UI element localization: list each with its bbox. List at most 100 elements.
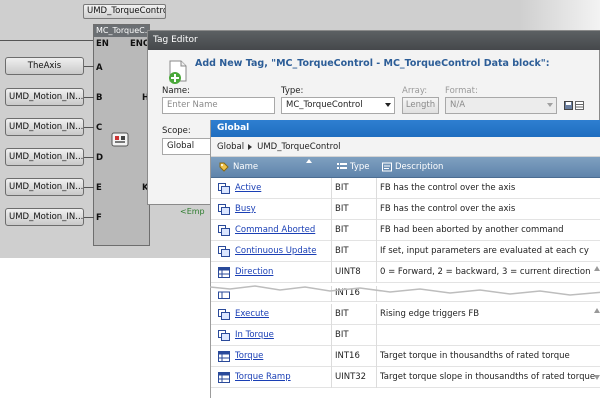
breadcrumb-current[interactable]: UMD_TorqueControl <box>257 142 340 152</box>
column-divider <box>376 367 377 388</box>
table-row[interactable]: Command Aborted BIT FB had been aborted … <box>211 220 600 241</box>
table-row[interactable]: In Torque BIT <box>211 325 600 346</box>
tag-name[interactable]: Command Aborted <box>235 220 330 241</box>
scroll-up-icon[interactable] <box>594 308 600 313</box>
global-tag-panel: Global Global UMD_TorqueControl Name Type… <box>210 120 600 398</box>
pin-en: EN <box>96 39 109 49</box>
column-header-type[interactable]: Type <box>350 157 370 178</box>
tag-name[interactable]: In Torque <box>235 325 330 346</box>
type-label: Type: <box>281 86 304 96</box>
save-icon[interactable] <box>564 101 573 110</box>
chevron-down-icon <box>547 103 553 107</box>
empty-tag-label: <Emp <box>180 207 205 216</box>
length-button[interactable]: Length <box>402 97 439 114</box>
panel-title: Global <box>211 120 600 137</box>
input-variable[interactable]: UMD_Motion_IN.... <box>5 118 84 136</box>
type-select-value: MC_TorqueControl <box>286 100 363 110</box>
pin-a: A <box>96 63 103 73</box>
tag-description <box>380 325 600 346</box>
column-divider <box>331 325 332 346</box>
column-divider <box>331 178 332 199</box>
tag-description: FB has the control over the axis <box>380 183 516 193</box>
input-variable[interactable]: UMD_Motion_IN.... <box>5 178 84 196</box>
input-variable[interactable]: UMD_Motion_IN.... <box>5 88 84 106</box>
column-divider <box>331 220 332 241</box>
table-row[interactable]: Continuous Update BIT If set, input para… <box>211 241 600 262</box>
column-divider <box>331 262 332 283</box>
description-icon <box>382 162 392 172</box>
input-variable[interactable]: UMD_Motion_IN.... <box>5 208 84 226</box>
torn-edge <box>210 285 600 296</box>
motion-block-icon <box>111 132 129 147</box>
tag-description: Rising edge triggers FB <box>380 309 480 319</box>
input-variable[interactable]: UMD_Motion_IN.... <box>5 148 84 166</box>
instance-label[interactable]: UMD_TorqueControl <box>83 4 166 19</box>
column-divider <box>331 367 332 388</box>
struct-icon <box>218 246 230 257</box>
tag-name[interactable]: Direction <box>235 262 330 283</box>
input-wire <box>84 97 94 98</box>
tag-type: BIT <box>335 225 349 235</box>
format-select-value: N/A <box>450 100 466 110</box>
breadcrumb-global[interactable]: Global <box>217 142 244 152</box>
dialog-title: Tag Editor <box>148 31 600 50</box>
tag-icon <box>219 162 229 172</box>
struct-icon <box>218 225 230 236</box>
type-select[interactable]: MC_TorqueControl <box>281 97 395 114</box>
tag-description: If set, input parameters are evaluated a… <box>380 246 589 256</box>
pin-b: B <box>96 93 103 103</box>
new-tag-icon <box>169 60 187 84</box>
table-row[interactable]: Torque INT16 Target torque in thousandth… <box>211 346 600 367</box>
tag-type: UINT8 <box>335 267 361 277</box>
type-icon <box>337 163 347 169</box>
tag-type: UINT32 <box>335 372 367 382</box>
format-select[interactable]: N/A <box>445 97 557 114</box>
tag-name[interactable]: Torque <box>235 346 330 367</box>
column-divider <box>331 199 332 220</box>
scroll-down-icon[interactable] <box>594 375 600 380</box>
scope-select[interactable]: Global <box>162 138 212 155</box>
tag-description: 0 = Forward, 2 = backward, 3 = current d… <box>380 267 591 277</box>
tag-name[interactable]: Torque Ramp <box>235 367 330 388</box>
table-row[interactable]: Torque Ramp UINT32 Target torque slope i… <box>211 367 600 388</box>
table-icon <box>218 351 230 362</box>
column-divider <box>376 241 377 262</box>
grid-icon[interactable] <box>575 101 584 110</box>
column-divider <box>331 241 332 262</box>
input-variable[interactable]: TheAxis <box>5 57 84 75</box>
tag-type: BIT <box>335 183 349 193</box>
name-label: Name: <box>162 86 190 96</box>
function-block[interactable]: MC_TorqueC... EN ENO A B C D E F H K <box>93 24 150 246</box>
tag-description: FB had been aborted by another command <box>380 225 564 235</box>
column-divider <box>331 346 332 367</box>
rung-wire <box>0 40 93 41</box>
tag-type: INT16 <box>335 351 360 361</box>
table-row[interactable]: Direction UINT8 0 = Forward, 2 = backwar… <box>211 262 600 283</box>
tag-type: BIT <box>335 309 349 319</box>
pin-c: C <box>96 123 103 133</box>
column-header-description[interactable]: Description <box>395 157 443 178</box>
struct-icon <box>218 309 230 320</box>
name-input[interactable]: Enter Name <box>162 97 275 114</box>
table-header: Name Type Description <box>211 157 600 178</box>
table-icon <box>218 372 230 383</box>
tag-name[interactable]: Continuous Update <box>235 241 330 262</box>
table-row[interactable]: Execute BIT Rising edge triggers FB <box>211 304 600 325</box>
column-header-name[interactable]: Name <box>233 157 258 178</box>
tag-name[interactable]: Execute <box>235 304 330 325</box>
table-row[interactable]: Active BIT FB has the control over the a… <box>211 178 600 199</box>
table-icon <box>218 267 230 278</box>
tag-name[interactable]: Active <box>235 178 330 199</box>
column-divider <box>331 304 332 325</box>
tag-type: BIT <box>335 246 349 256</box>
tag-description: FB has the control over the axis <box>380 204 516 214</box>
format-label: Format: <box>445 86 478 96</box>
scroll-up-icon[interactable] <box>594 266 600 271</box>
column-divider <box>376 325 377 346</box>
screenshot-stage: UMD_TorqueControl MC_TorqueC... EN ENO A… <box>0 0 600 398</box>
pin-e: E <box>96 183 102 193</box>
input-wire <box>84 127 94 128</box>
tag-name[interactable]: Busy <box>235 199 330 220</box>
column-divider <box>376 262 377 283</box>
table-row[interactable]: Busy BIT FB has the control over the axi… <box>211 199 600 220</box>
